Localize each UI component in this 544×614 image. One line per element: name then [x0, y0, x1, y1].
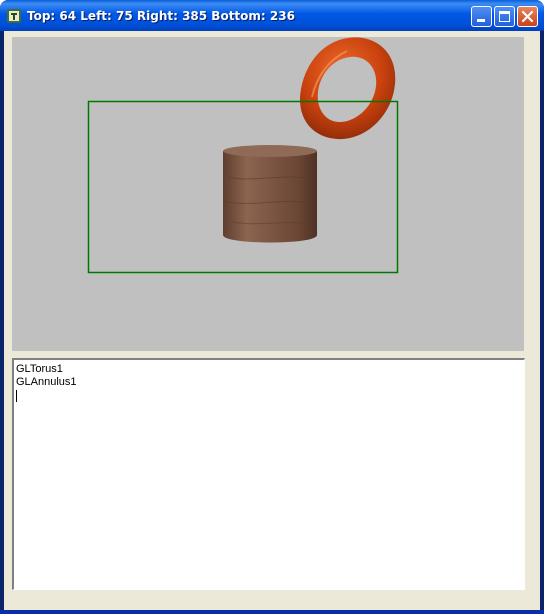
window-title: Top: 64 Left: 75 Right: 385 Bottom: 236 [27, 9, 295, 23]
minimize-icon [477, 19, 485, 22]
cylinder-object [223, 145, 317, 243]
client-area: GLTorus1 GLAnnulus1 [4, 31, 540, 610]
memo-line: GLAnnulus1 [16, 376, 77, 388]
scene-canvas [87, 37, 399, 274]
text-caret [16, 390, 17, 402]
maximize-button[interactable] [494, 6, 515, 27]
close-icon [521, 10, 534, 23]
torus-object [299, 37, 396, 140]
output-memo[interactable]: GLTorus1 GLAnnulus1 [12, 358, 525, 590]
minimize-button[interactable] [471, 6, 492, 27]
title-bar[interactable]: Top: 64 Left: 75 Right: 385 Bottom: 236 [0, 0, 544, 31]
application-window: Top: 64 Left: 75 Right: 385 Bottom: 236 [0, 0, 544, 614]
window-bottom-border [0, 610, 544, 614]
memo-caret-line [16, 389, 524, 402]
gl-scene-viewport[interactable] [12, 37, 524, 351]
maximize-icon [499, 11, 510, 22]
app-icon [7, 9, 21, 23]
memo-line: GLTorus1 [16, 363, 63, 375]
close-button[interactable] [517, 6, 538, 27]
